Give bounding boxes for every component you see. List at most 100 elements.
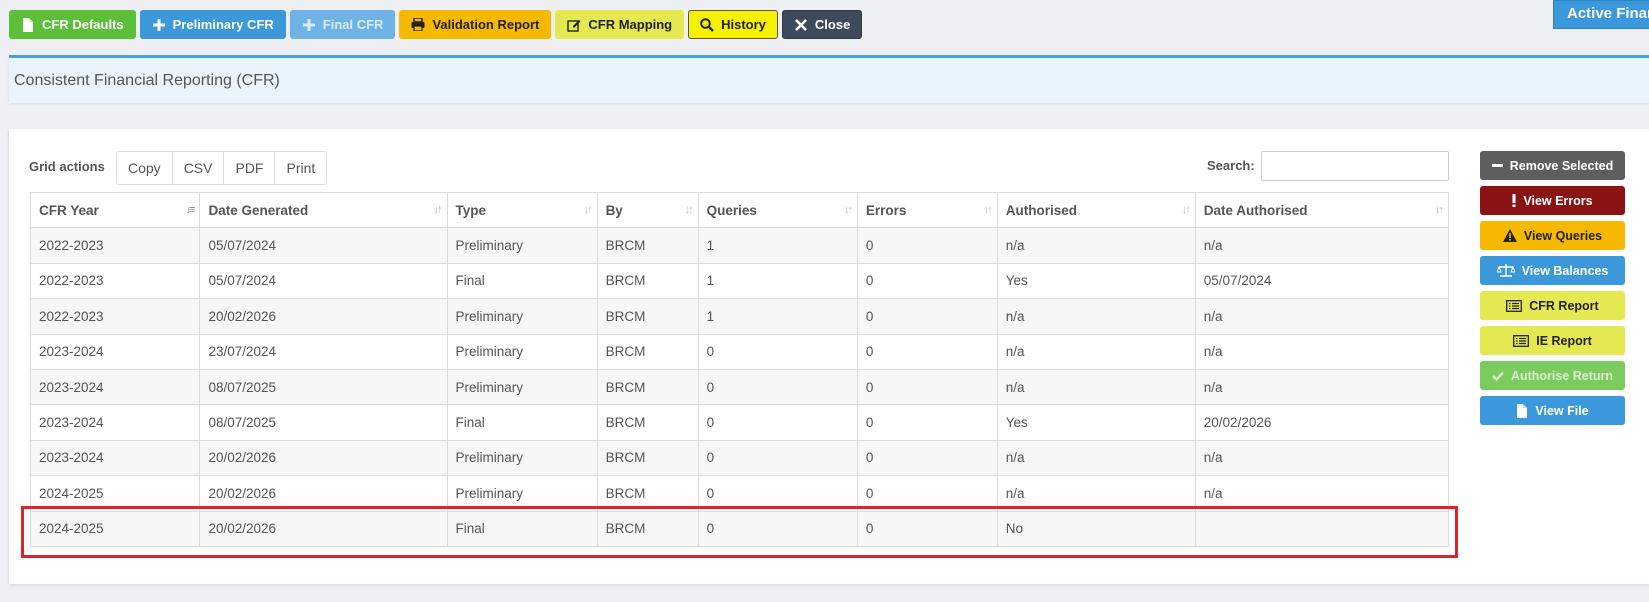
cfr-defaults-button[interactable]: CFR Defaults [9, 10, 136, 39]
table-cell [1194, 510, 1450, 547]
file-icon [1516, 403, 1528, 418]
history-button[interactable]: History [688, 10, 778, 39]
table-cell: 2024-2025 [29, 510, 201, 547]
button-label: Validation Report [432, 17, 540, 32]
button-label: Close [814, 17, 851, 32]
table-cell: 0 [856, 298, 998, 335]
active-finance-button[interactable]: Active Finance [1553, 0, 1649, 29]
table-cell: 20/02/2026 [199, 298, 448, 335]
title-panel: Consistent Financial Reporting (CFR) [9, 55, 1649, 103]
button-label: View Balances [1521, 263, 1609, 278]
table-cell: 1 [697, 298, 858, 335]
table-cell: n/a [1194, 439, 1450, 477]
button-label: Preliminary CFR [172, 17, 274, 32]
page-title: Consistent Financial Reporting (CFR) [14, 72, 280, 89]
minus-icon [1491, 163, 1503, 168]
authorise-return-button[interactable]: Authorise Return [1480, 361, 1625, 390]
button-label: View Errors [1523, 193, 1593, 208]
table-cell: 0 [856, 475, 998, 512]
table-cell: Preliminary [446, 333, 598, 370]
table-cell: BRCM [596, 404, 699, 441]
table-row[interactable]: 2023-2024 20/02/2026 Preliminary BRCM 0 0 n/a n… [29, 439, 1450, 477]
table-cell: Final [446, 262, 598, 300]
sort-icon: ↓↑ [1435, 204, 1444, 216]
cfr-table: CFR Year ↓≡ Date Generated ↓↑ Type ↓↑ By ↓↑ … [29, 191, 1450, 547]
table-cell: Preliminary [446, 475, 598, 512]
sort-icon: ↓↑ [843, 204, 853, 216]
cfr-report-button[interactable]: CFR Report [1480, 291, 1625, 320]
column-header-authorised[interactable]: Authorised ↓↑ [996, 191, 1196, 229]
csv-button[interactable]: CSV [171, 151, 225, 185]
table-row[interactable]: 2023-2024 08/07/2025 Preliminary BRCM 0 0 n/a n… [29, 368, 1450, 406]
validation-report-button[interactable]: Validation Report [399, 10, 552, 39]
table-cell: 2023-2024 [29, 404, 201, 441]
view-errors-button[interactable]: View Errors [1480, 186, 1625, 215]
table-cell: n/a [996, 333, 1196, 370]
view-file-button[interactable]: View File [1480, 396, 1625, 425]
list-icon [1506, 299, 1523, 312]
table-cell: n/a [1194, 298, 1450, 335]
view-queries-button[interactable]: View Queries [1480, 221, 1625, 250]
table-cell: 1 [697, 262, 858, 300]
table-cell: 0 [856, 333, 998, 370]
table-cell: 2022-2023 [29, 227, 201, 264]
table-row[interactable]: 2024-2025 20/02/2026 Final BRCM 0 0 No [29, 510, 1450, 547]
final-cfr-button[interactable]: Final CFR [289, 10, 396, 39]
table-cell: 08/07/2025 [199, 368, 448, 406]
table-row[interactable]: 2022-2023 05/07/2024 Final BRCM 1 0 Yes 05/07/2… [29, 262, 1450, 300]
print-icon [411, 18, 425, 32]
search-input[interactable] [1261, 151, 1449, 181]
table-row[interactable]: 2024-2025 20/02/2026 Preliminary BRCM 0 0 n/a n… [29, 475, 1450, 512]
table-cell: No [996, 510, 1196, 547]
table-cell: BRCM [596, 333, 699, 370]
header-label: Errors [865, 202, 907, 218]
table-cell: Final [446, 404, 598, 441]
column-header-queries[interactable]: Queries ↓↑ [697, 191, 858, 229]
table-row[interactable]: 2023-2024 23/07/2024 Preliminary BRCM 0 0 n/a n… [29, 333, 1450, 370]
button-label: View File [1535, 403, 1589, 418]
table-cell: 0 [856, 404, 998, 441]
button-label: History [721, 17, 766, 32]
table-cell: 20/02/2026 [199, 475, 448, 512]
table-cell: 0 [856, 368, 998, 406]
column-header-cfr-year[interactable]: CFR Year ↓≡ [29, 191, 201, 229]
grid-actions-label: Grid actions [29, 159, 105, 174]
table-row[interactable]: 2023-2024 08/07/2025 Final BRCM 0 0 Yes 20/02/2… [29, 404, 1450, 441]
ie-report-button[interactable]: IE Report [1480, 326, 1625, 355]
sort-icon: ↓↑ [684, 204, 694, 216]
button-label: CFR Defaults [42, 17, 124, 32]
table-cell: BRCM [596, 510, 699, 547]
header-label: Authorised [1005, 202, 1077, 218]
table-cell: 20/02/2026 [199, 439, 448, 477]
table-cell: 2023-2024 [29, 439, 201, 477]
table-row[interactable]: 2022-2023 20/02/2026 Preliminary BRCM 1 0 n/a n… [29, 298, 1450, 335]
header-label: Date Generated [208, 202, 309, 218]
copy-button[interactable]: Copy [116, 151, 173, 185]
pdf-button[interactable]: PDF [223, 151, 276, 185]
column-header-date-generated[interactable]: Date Generated ↓↑ [199, 191, 448, 229]
print-button[interactable]: Print [274, 151, 328, 185]
column-header-type[interactable]: Type ↓↑ [446, 191, 598, 229]
column-header-errors[interactable]: Errors ↓↑ [856, 191, 998, 229]
column-header-by[interactable]: By ↓↑ [596, 191, 699, 229]
check-icon [1492, 371, 1504, 381]
sort-icon: ↓↑ [1181, 204, 1191, 216]
table-cell: 20/02/2026 [199, 510, 448, 547]
table-cell: n/a [996, 439, 1196, 477]
column-header-date-authorised[interactable]: Date Authorised ↓↑ [1194, 191, 1450, 229]
plus-icon [152, 18, 166, 32]
header-label: Date Authorised [1203, 202, 1308, 218]
file-icon [21, 17, 35, 32]
close-button[interactable]: Close [781, 10, 863, 39]
table-row[interactable]: 2022-2023 05/07/2024 Preliminary BRCM 1 0 n/a n… [29, 227, 1450, 264]
table-cell: 2023-2024 [29, 368, 201, 406]
warning-icon [1502, 229, 1517, 242]
cfr-mapping-button[interactable]: CFR Mapping [555, 10, 685, 39]
preliminary-cfr-button[interactable]: Preliminary CFR [139, 10, 286, 39]
table-cell: 2023-2024 [29, 333, 201, 370]
view-balances-button[interactable]: View Balances [1480, 256, 1625, 285]
plus-icon [302, 18, 316, 32]
remove-selected-button[interactable]: Remove Selected [1480, 151, 1625, 180]
table-cell: 08/07/2025 [199, 404, 448, 441]
table-cell: 0 [697, 439, 858, 477]
